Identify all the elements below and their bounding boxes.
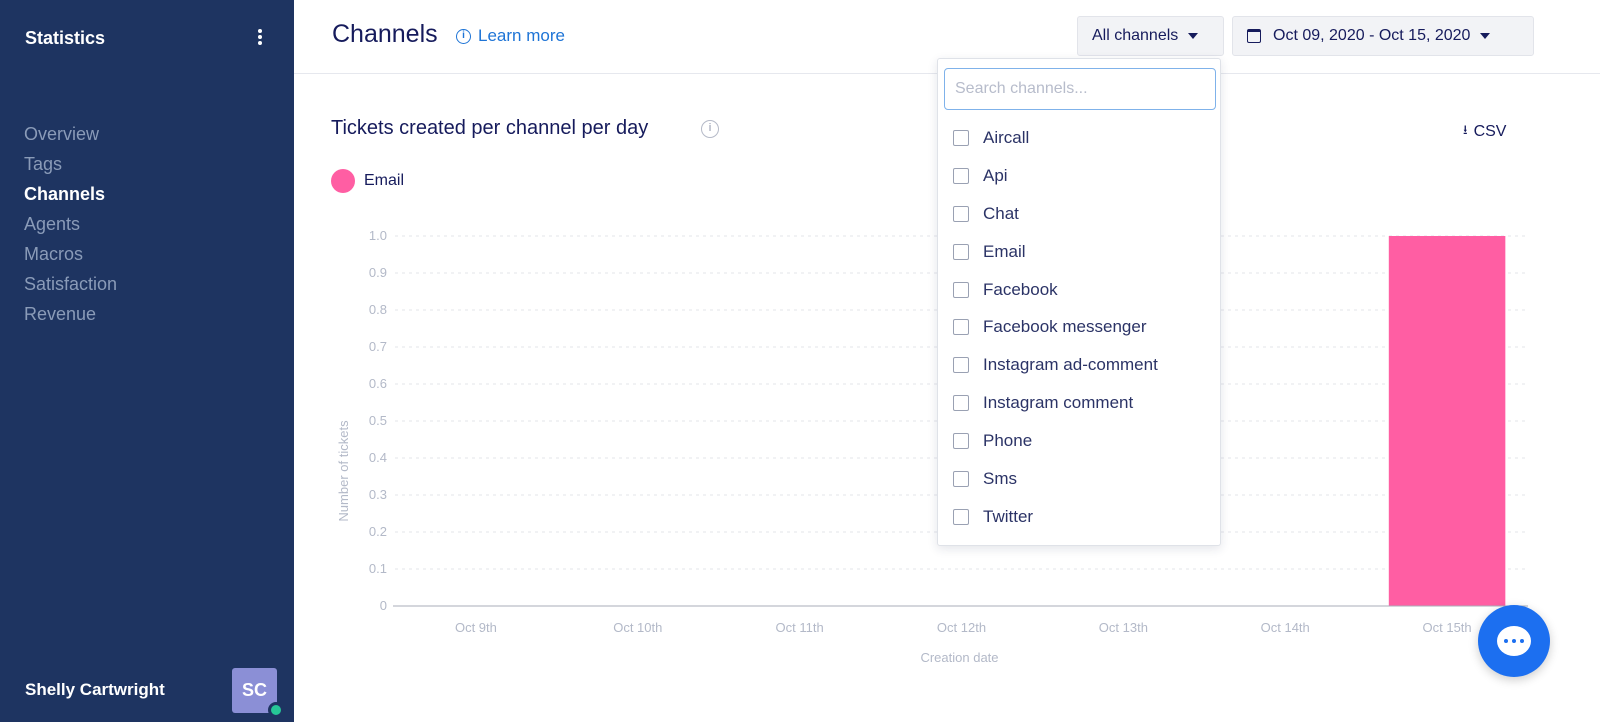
y-tick-label: 0.7	[369, 339, 387, 354]
y-tick-label: 0.9	[369, 265, 387, 280]
y-tick-label: 0.1	[369, 561, 387, 576]
y-tick-label: 0.8	[369, 302, 387, 317]
y-tick-label: 1.0	[369, 228, 387, 243]
channel-option-aircall[interactable]: Aircall	[953, 119, 1158, 157]
channel-option-facebook-messenger[interactable]: Facebook messenger	[953, 308, 1158, 346]
channel-option-instagram-ad-comment[interactable]: Instagram ad-comment	[953, 346, 1158, 384]
channel-option-label: Facebook messenger	[983, 317, 1147, 337]
y-tick-label: 0.5	[369, 413, 387, 428]
checkbox[interactable]	[953, 205, 969, 222]
y-axis-ticks: 0 0.1 0.2 0.3 0.4 0.5 0.6 0.7 0.8 0.9 1.0	[369, 228, 387, 613]
channel-option-phone[interactable]: Phone	[953, 422, 1158, 460]
channel-option-instagram-comment[interactable]: Instagram comment	[953, 384, 1158, 422]
checkbox[interactable]	[953, 319, 969, 336]
channel-option-label: Email	[983, 241, 1026, 261]
channel-option-label: Aircall	[983, 127, 1030, 147]
channel-filter-dropdown: Aircall Api Chat Email Facebook Facebook…	[937, 58, 1221, 546]
checkbox[interactable]	[953, 167, 969, 184]
channel-option-chat[interactable]: Chat	[953, 195, 1158, 233]
x-tick-label: Oct 10th	[613, 620, 662, 635]
chart: 00.10.20.30.40.50.60.70.80.91.0 Oct 9th O…	[336, 228, 1528, 665]
channel-option-label: Phone	[983, 431, 1033, 451]
channel-option-label: Sms	[983, 468, 1017, 488]
channel-option-api[interactable]: Api	[953, 157, 1158, 195]
x-tick-label: Oct 12th	[937, 620, 986, 635]
x-tick-label: Oct 14th	[1261, 620, 1310, 635]
checkbox[interactable]	[953, 395, 969, 412]
channel-option-label: Instagram comment	[983, 393, 1134, 413]
channel-option-twitter[interactable]: Twitter	[953, 498, 1158, 536]
y-axis-label: Number of tickets	[336, 420, 351, 522]
chart-bars	[1388, 236, 1506, 606]
chat-launcher-button[interactable]	[1478, 605, 1550, 677]
checkbox[interactable]	[953, 470, 969, 487]
y-tick-label: 0.2	[369, 524, 387, 539]
x-tick-label: Oct 9th	[455, 620, 497, 635]
chat-icon	[1497, 626, 1531, 656]
checkbox[interactable]	[953, 281, 969, 298]
y-tick-label: 0	[380, 598, 387, 613]
y-tick-label: 0.3	[369, 487, 387, 502]
checkbox[interactable]	[953, 433, 969, 450]
channel-option-sms[interactable]: Sms	[953, 460, 1158, 498]
checkbox[interactable]	[953, 243, 969, 260]
bar-email-oct-15th[interactable]	[1388, 236, 1506, 606]
channel-options-list: Aircall Api Chat Email Facebook Facebook…	[953, 119, 1158, 536]
y-tick-label: 0.6	[369, 376, 387, 391]
checkbox[interactable]	[953, 357, 969, 374]
channel-option-label: Twitter	[983, 506, 1034, 526]
x-axis-ticks: Oct 9th Oct 10th Oct 11th Oct 12th Oct 13th O…	[455, 620, 1472, 635]
x-tick-label: Oct 11th	[776, 620, 824, 635]
x-axis-label: Creation date	[920, 650, 998, 665]
channel-option-label: Chat	[983, 203, 1019, 223]
checkbox[interactable]	[953, 129, 969, 146]
channel-option-label: Api	[983, 165, 1008, 185]
y-tick-label: 0.4	[369, 450, 387, 465]
channel-option-email[interactable]: Email	[953, 233, 1158, 271]
checkbox[interactable]	[953, 508, 969, 525]
x-tick-label: Oct 15th	[1423, 620, 1472, 635]
channel-option-label: Instagram ad-comment	[983, 355, 1158, 375]
x-tick-label: Oct 13th	[1099, 620, 1148, 635]
channel-option-label: Facebook	[983, 279, 1058, 299]
channel-search-input[interactable]	[944, 68, 1216, 110]
channel-option-facebook[interactable]: Facebook	[953, 271, 1158, 309]
